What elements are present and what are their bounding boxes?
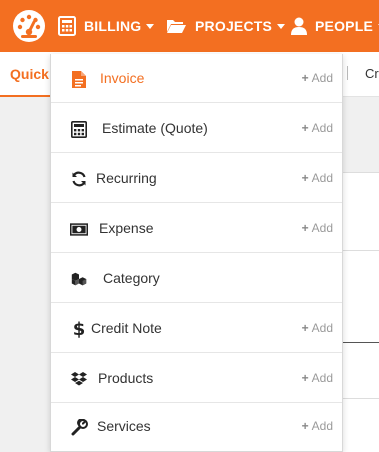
add-label: Add xyxy=(311,71,333,85)
top-navbar: BILLING PROJECTS PEOPLE xyxy=(0,0,379,52)
chevron-down-icon xyxy=(146,23,155,29)
menu-item-estimate[interactable]: Estimate (Quote) + Add xyxy=(51,104,342,153)
chevron-down-icon xyxy=(277,23,286,29)
cubes-icon xyxy=(70,270,88,288)
add-credit-note-button[interactable]: + Add xyxy=(302,321,333,335)
menu-item-label: Recurring xyxy=(96,170,157,186)
wrench-icon xyxy=(70,418,88,436)
plus-icon: + xyxy=(301,71,309,85)
menu-item-category[interactable]: Category xyxy=(51,254,342,303)
billing-dropdown-menu: Invoice + Add Estimate (Quote) + Add Recur… xyxy=(50,54,343,452)
menu-item-recurring[interactable]: Recurring + Add xyxy=(51,154,342,203)
plus-icon: + xyxy=(301,171,309,185)
add-product-button[interactable]: + Add xyxy=(302,371,333,385)
add-estimate-button[interactable]: + Add xyxy=(302,121,333,135)
menu-item-invoice[interactable]: Invoice + Add xyxy=(51,54,342,103)
nav-billing-label: BILLING xyxy=(84,18,142,34)
add-label: Add xyxy=(311,321,333,335)
menu-item-label: Products xyxy=(98,370,154,386)
add-invoice-button[interactable]: + Add xyxy=(302,71,333,85)
menu-item-services[interactable]: Services + Add xyxy=(51,404,342,451)
divider xyxy=(341,398,379,399)
nav-billing[interactable]: BILLING xyxy=(58,0,155,52)
plus-icon: + xyxy=(301,321,309,335)
add-label: Add xyxy=(311,121,333,135)
add-label: Add xyxy=(311,221,333,235)
nav-projects-label: PROJECTS xyxy=(195,18,273,34)
divider xyxy=(347,66,348,80)
menu-item-label: Expense xyxy=(99,220,154,236)
menu-item-expense[interactable]: Expense + Add xyxy=(51,204,342,253)
calculator-icon xyxy=(58,16,76,36)
menu-item-label: Invoice xyxy=(100,70,145,86)
divider xyxy=(341,250,379,251)
calculator-icon xyxy=(70,120,88,138)
menu-item-label: Estimate (Quote) xyxy=(102,120,208,136)
nav-people[interactable]: PEOPLE xyxy=(291,0,379,52)
refresh-icon xyxy=(70,170,88,188)
add-label: Add xyxy=(311,171,333,185)
dropbox-icon xyxy=(70,370,88,388)
dollar-glyph: $ xyxy=(72,318,86,340)
divider xyxy=(341,342,379,343)
plus-icon: + xyxy=(301,221,309,235)
menu-item-label: Category xyxy=(103,270,160,286)
add-expense-button[interactable]: + Add xyxy=(302,221,333,235)
user-icon xyxy=(291,17,307,35)
money-bill-icon xyxy=(70,220,88,238)
folder-open-icon xyxy=(166,18,187,34)
add-recurring-button[interactable]: + Add xyxy=(302,171,333,185)
menu-item-label: Credit Note xyxy=(91,320,162,336)
nav-projects[interactable]: PROJECTS xyxy=(166,0,286,52)
nav-people-label: PEOPLE xyxy=(315,18,373,34)
plus-icon: + xyxy=(301,419,309,433)
menu-item-products[interactable]: Products + Add xyxy=(51,354,342,403)
quick-tab[interactable]: Quick xyxy=(10,66,49,82)
background-panel xyxy=(341,172,379,452)
create-link-fragment[interactable]: Cr xyxy=(365,66,379,81)
plus-icon: + xyxy=(301,121,309,135)
file-text-icon xyxy=(70,70,88,88)
add-label: Add xyxy=(311,371,333,385)
plus-icon: + xyxy=(301,371,309,385)
add-service-button[interactable]: + Add xyxy=(302,419,333,433)
add-label: Add xyxy=(311,419,333,433)
active-tab-indicator xyxy=(0,95,50,97)
dollar-icon: $ xyxy=(70,318,88,340)
menu-item-credit-note[interactable]: $ Credit Note + Add xyxy=(51,304,342,353)
menu-item-label: Services xyxy=(97,418,151,434)
dashboard-gauge-icon[interactable] xyxy=(12,9,46,43)
